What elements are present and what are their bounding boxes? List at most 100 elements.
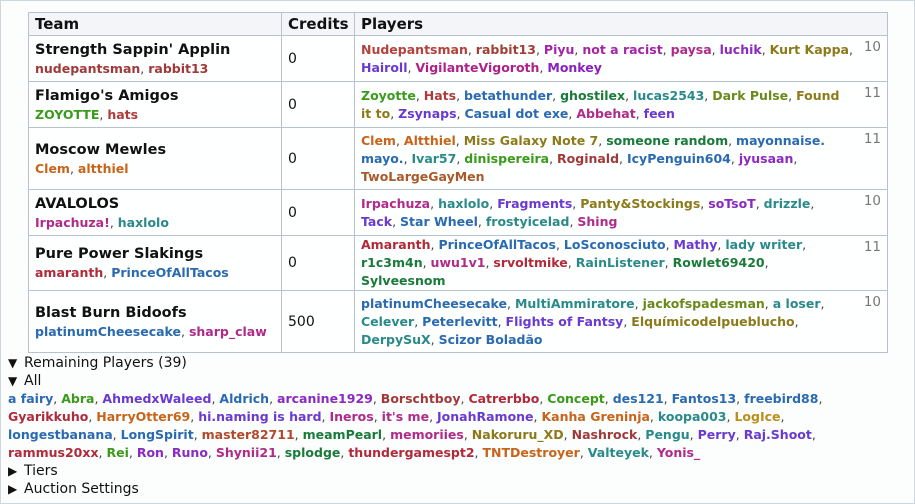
remaining-player-name[interactable]: LogIce	[734, 409, 780, 424]
manager-name[interactable]: sharp_claw	[189, 324, 267, 339]
manager-name[interactable]: PrinceOfAllTacos	[111, 265, 229, 280]
player-name[interactable]: PrinceOfAllTacos	[438, 237, 556, 252]
player-name[interactable]: rabbit13	[476, 42, 536, 57]
player-name[interactable]: feen	[644, 106, 675, 121]
player-name[interactable]: Amaranth	[361, 237, 431, 252]
remaining-player-name[interactable]: rammus20xx	[8, 445, 99, 460]
remaining-player-name[interactable]: Aldrich	[219, 391, 269, 406]
player-name[interactable]: a loser	[773, 296, 821, 311]
player-name[interactable]: drizzle	[764, 196, 811, 211]
remaining-player-name[interactable]: memoriies	[390, 427, 464, 442]
remaining-player-name[interactable]: Ron	[137, 445, 164, 460]
player-name[interactable]: Clem	[361, 133, 396, 148]
player-name[interactable]: IcyPenguin604	[627, 151, 731, 166]
player-name[interactable]: r1c3m4n	[361, 255, 423, 270]
player-name[interactable]: lady writer	[725, 237, 802, 252]
manager-name[interactable]: amaranth	[35, 265, 103, 280]
player-name[interactable]: luchik	[720, 42, 762, 57]
manager-name[interactable]: Clem	[35, 161, 70, 176]
player-name[interactable]: ghostilex	[560, 88, 625, 103]
remaining-player-name[interactable]: Borschtboy	[381, 391, 461, 406]
player-name[interactable]: paysa	[671, 42, 712, 57]
remaining-player-name[interactable]: Abra	[61, 391, 94, 406]
remaining-player-name[interactable]: a fairy	[8, 391, 53, 406]
remaining-player-name[interactable]: des121	[613, 391, 664, 406]
player-name[interactable]: Elquímicodelpueblucho	[631, 314, 794, 329]
player-name[interactable]: Kurt Kappa	[770, 42, 849, 57]
remaining-player-name[interactable]: Concept	[547, 391, 604, 406]
player-name[interactable]: Roginald	[557, 151, 619, 166]
remaining-player-name[interactable]: Pengu	[645, 427, 689, 442]
remaining-player-name[interactable]: thundergamespt2	[348, 445, 474, 460]
player-name[interactable]: frostyicelad	[486, 214, 570, 229]
player-name[interactable]: jackofspadesman	[643, 296, 765, 311]
remaining-player-name[interactable]: it's me	[382, 409, 429, 424]
all-players-toggle[interactable]: ▼ All	[8, 372, 908, 390]
player-name[interactable]: Mathy	[674, 237, 718, 252]
remaining-player-name[interactable]: splodge	[285, 445, 341, 460]
remaining-player-name[interactable]: Nashrock	[572, 427, 638, 442]
player-name[interactable]: Flights of Fantsy	[506, 314, 624, 329]
player-name[interactable]: not a racist	[582, 42, 662, 57]
player-name[interactable]: lucas2543	[633, 88, 704, 103]
remaining-player-name[interactable]: longestbanana	[8, 427, 113, 442]
player-name[interactable]: platinumCheesecake	[361, 296, 507, 311]
remaining-player-name[interactable]: Shynii21	[216, 445, 277, 460]
remaining-player-name[interactable]: Runo	[172, 445, 208, 460]
player-name[interactable]: Dark Pulse	[712, 88, 788, 103]
player-name[interactable]: DerpySuX	[361, 332, 431, 347]
auction-settings-toggle[interactable]: ▶ Auction Settings	[8, 480, 908, 498]
remaining-player-name[interactable]: Rei	[106, 445, 128, 460]
player-name[interactable]: Irpachuza	[361, 196, 430, 211]
tiers-toggle[interactable]: ▶ Tiers	[8, 462, 908, 480]
player-name[interactable]: Piyu	[544, 42, 575, 57]
remaining-player-name[interactable]: Kanha Greninja	[542, 409, 650, 424]
player-name[interactable]: dinispereira	[464, 151, 549, 166]
player-name[interactable]: Rowlet69420	[673, 255, 765, 270]
remaining-player-name[interactable]: freebird88	[744, 391, 818, 406]
remaining-player-name[interactable]: Gyarikkuho	[8, 409, 88, 424]
remaining-player-name[interactable]: AhmedxWaleed	[102, 391, 211, 406]
manager-name[interactable]: altthiel	[78, 161, 129, 176]
player-name[interactable]: uwu1v1	[431, 255, 486, 270]
player-name[interactable]: Altthiel	[404, 133, 456, 148]
player-name[interactable]: Monkey	[547, 60, 602, 75]
manager-name[interactable]: rabbit13	[148, 61, 208, 76]
remaining-player-name[interactable]: HarryOtter69	[96, 409, 190, 424]
remaining-player-name[interactable]: Ineros	[329, 409, 373, 424]
player-name[interactable]: Zsynaps	[398, 106, 456, 121]
player-name[interactable]: Sylveesnom	[361, 273, 446, 288]
player-name[interactable]: someone random	[606, 133, 728, 148]
remaining-players-toggle[interactable]: ▼ Remaining Players (39)	[8, 354, 908, 372]
player-name[interactable]: soTsoT	[708, 196, 755, 211]
player-name[interactable]: Hats	[424, 88, 456, 103]
remaining-player-name[interactable]: Yonis_	[657, 445, 700, 460]
player-name[interactable]: Fragments	[497, 196, 572, 211]
remaining-player-name[interactable]: TNTDestroyer	[483, 445, 580, 460]
player-name[interactable]: Nudepantsman	[361, 42, 468, 57]
player-name[interactable]: RainListener	[576, 255, 665, 270]
player-name[interactable]: Panty&Stockings	[580, 196, 700, 211]
player-name[interactable]: Hairoll	[361, 60, 408, 75]
player-name[interactable]: Celever	[361, 314, 414, 329]
remaining-player-name[interactable]: koopa003	[658, 409, 727, 424]
remaining-player-name[interactable]: Nakoruru_XD	[472, 427, 564, 442]
remaining-player-name[interactable]: hi.naming is hard	[198, 409, 321, 424]
player-name[interactable]: Peterlevitt	[422, 314, 497, 329]
player-name[interactable]: Casual dot exe	[464, 106, 568, 121]
player-name[interactable]: jyusaan	[739, 151, 794, 166]
remaining-player-name[interactable]: meamPearl	[303, 427, 383, 442]
player-name[interactable]: Abbehat	[576, 106, 635, 121]
manager-name[interactable]: nudepantsman	[35, 61, 140, 76]
manager-name[interactable]: Irpachuza!	[35, 215, 110, 230]
remaining-player-name[interactable]: Valteyek	[588, 445, 649, 460]
player-name[interactable]: VigilanteVigoroth	[415, 60, 539, 75]
remaining-player-name[interactable]: master82711	[202, 427, 295, 442]
manager-name[interactable]: hats	[107, 107, 138, 122]
player-name[interactable]: Zoyotte	[361, 88, 416, 103]
player-name[interactable]: Ivar57	[412, 151, 457, 166]
remaining-player-name[interactable]: Raj.Shoot	[744, 427, 812, 442]
manager-name[interactable]: haxlolo	[118, 215, 169, 230]
manager-name[interactable]: platinumCheesecake	[35, 324, 181, 339]
manager-name[interactable]: ZOYOTTE	[35, 107, 99, 122]
